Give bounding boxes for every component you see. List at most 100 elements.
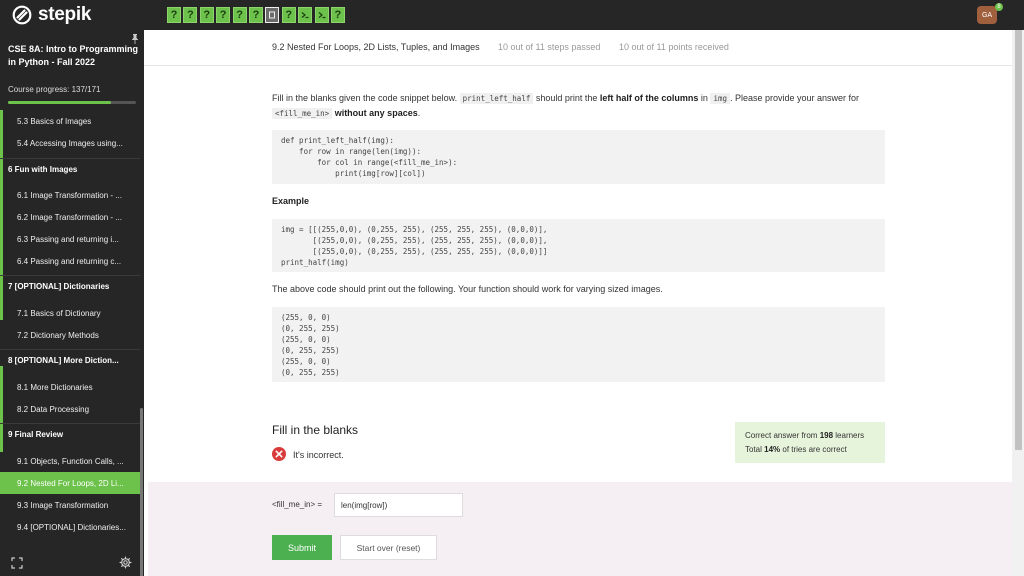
step-6[interactable]: ? [248, 7, 263, 23]
code-line: print_half(img) [281, 258, 349, 267]
page-scrollbar-thumb[interactable] [1015, 30, 1022, 450]
code-snippet: def print_left_half(img): for row in ran… [272, 130, 885, 184]
sidebar-item[interactable]: 5.4 Accessing Images using... [0, 132, 140, 154]
example-label: Example [272, 196, 310, 206]
intro-bold: without any spaces [332, 108, 418, 118]
step-question-mark: ? [236, 9, 243, 21]
step-11[interactable]: ? [330, 7, 345, 23]
step-9[interactable] [298, 7, 313, 23]
top-bar: stepik ???????? GA 8 [0, 0, 1024, 30]
course-title[interactable]: CSE 8A: Intro to Programming in Python -… [8, 43, 138, 69]
stats-text: of tries are correct [780, 445, 847, 454]
sidebar-item[interactable]: 6.4 Passing and returning c... [0, 250, 140, 272]
code-line: [(255,0,0), (0,255, 255), (255, 255, 255… [281, 247, 548, 256]
terminal-icon [318, 12, 326, 19]
sidebar-item[interactable]: 9.4 [OPTIONAL] Dictionaries... [0, 516, 140, 538]
stats-line-1: Correct answer from 198 learners [745, 429, 875, 443]
step-10[interactable] [314, 7, 329, 23]
sidebar-item[interactable]: 8.2 Data Processing [0, 398, 140, 420]
stats-text: learners [833, 431, 865, 440]
sidebar-scrollbar[interactable] [140, 408, 143, 576]
avatar[interactable]: GA [977, 6, 997, 24]
inline-code: print_left_half [459, 93, 534, 104]
stepik-logo-icon [12, 5, 32, 25]
code-line: (255, 0, 0) [281, 357, 331, 366]
gear-icon[interactable] [119, 556, 132, 569]
current-step-icon [269, 11, 276, 19]
start-over-button[interactable]: Start over (reset) [340, 535, 437, 560]
code-line: for col in range(<fill_me_in>): [281, 158, 458, 167]
stats-text: Correct answer from [745, 431, 820, 440]
step-question-mark: ? [170, 9, 178, 21]
step-question-mark: ? [203, 9, 211, 21]
example-code: img = [[(255,0,0), (0,255, 255), (255, 2… [272, 219, 885, 272]
output-intro: The above code should print out the foll… [272, 284, 663, 294]
sidebar-section[interactable]: 9 Final Review [0, 423, 140, 445]
code-line: img = [[(255,0,0), (0,255, 255), (255, 2… [281, 225, 548, 234]
intro-text: . [417, 108, 421, 118]
notification-badge[interactable]: 8 [995, 3, 1003, 11]
step-4[interactable]: ? [216, 7, 231, 23]
answer-stats: Correct answer from 198 learners Total 1… [735, 422, 885, 463]
stepik-logo[interactable]: stepik [12, 4, 91, 25]
answer-area: <fill_me_in> = Submit Start over (reset) [148, 482, 1012, 576]
code-line: for row in range(len(img)): [281, 147, 421, 156]
submit-button[interactable]: Submit [272, 535, 332, 560]
intro-bold: left half of the columns [599, 93, 699, 103]
intro-text: in [698, 93, 711, 103]
step-question-mark: ? [285, 9, 293, 21]
intro-text: should print the [533, 93, 600, 103]
sidebar-item[interactable]: 8.1 More Dictionaries [0, 376, 140, 398]
stats-count: 198 [819, 431, 834, 440]
page-scrollbar[interactable] [1012, 30, 1024, 576]
stats-line-2: Total 14% of tries are correct [745, 443, 875, 457]
lesson-header: 9.2 Nested For Loops, 2D Lists, Tuples, … [144, 30, 1012, 66]
inline-code: <fill_me_in> [272, 108, 333, 119]
sidebar-item[interactable]: 9.3 Image Transformation [0, 494, 140, 516]
code-line: (255, 0, 0) [281, 313, 331, 322]
sidebar-section[interactable]: 7 [OPTIONAL] Dictionaries [0, 275, 140, 297]
problem-intro: Fill in the blanks given the code snippe… [272, 91, 884, 121]
step-8[interactable]: ? [281, 7, 296, 23]
course-progress-bar [8, 101, 136, 104]
sidebar-item[interactable]: 5.3 Basics of Images [0, 110, 140, 132]
course-progress-text: Course progress: 137/171 [8, 85, 101, 94]
sidebar-section[interactable]: 8 [OPTIONAL] More Diction... [0, 349, 140, 371]
step-navigation: ???????? [167, 7, 347, 23]
sidebar-item[interactable]: 7.1 Basics of Dictionary [0, 302, 140, 324]
intro-text: . Please provide your answer for [729, 93, 860, 103]
sidebar-item[interactable]: 7.2 Dictionary Methods [0, 324, 140, 346]
lesson-points-received: 10 out of 11 points received [619, 42, 729, 52]
incorrect-icon [272, 447, 286, 461]
sidebar-item[interactable]: 6.2 Image Transformation - ... [0, 206, 140, 228]
stats-text: Total [745, 445, 765, 454]
code-line: (0, 255, 255) [281, 346, 340, 355]
step-7[interactable] [265, 7, 280, 23]
step-question-mark: ? [219, 9, 227, 21]
sidebar-item[interactable]: 9.1 Objects, Function Calls, ... [0, 450, 140, 472]
step-2[interactable]: ? [183, 7, 198, 23]
sidebar-section[interactable]: 6 Fun with Images [0, 158, 140, 180]
lesson-steps-passed: 10 out of 11 steps passed [498, 42, 601, 52]
step-1[interactable]: ? [167, 7, 181, 23]
feedback-status: It's incorrect. [293, 450, 344, 460]
fullscreen-icon[interactable] [11, 557, 23, 569]
feedback-title: Fill in the blanks [272, 423, 359, 437]
blank-label: <fill_me_in> = [272, 500, 323, 509]
step-5[interactable]: ? [232, 7, 247, 23]
code-line: [(255,0,0), (0,255, 255), (255, 255, 255… [281, 236, 548, 245]
blank-input[interactable] [334, 493, 463, 517]
sidebar-item[interactable]: 6.3 Passing and returning i... [0, 228, 140, 250]
inline-code: img [710, 93, 730, 104]
sidebar-item[interactable]: 9.2 Nested For Loops, 2D Li... [0, 472, 140, 494]
code-line: def print_left_half(img): [281, 136, 394, 145]
stats-percent: 14% [764, 445, 781, 454]
step-question-mark: ? [334, 9, 342, 21]
step-3[interactable]: ? [199, 7, 214, 23]
course-progress-fill [8, 101, 111, 104]
intro-text: Fill in the blanks given the code snippe… [272, 93, 460, 103]
code-line: (0, 255, 255) [281, 368, 340, 377]
step-question-mark: ? [252, 9, 260, 21]
lesson-title: 9.2 Nested For Loops, 2D Lists, Tuples, … [272, 42, 480, 52]
sidebar-item[interactable]: 6.1 Image Transformation - ... [0, 184, 140, 206]
